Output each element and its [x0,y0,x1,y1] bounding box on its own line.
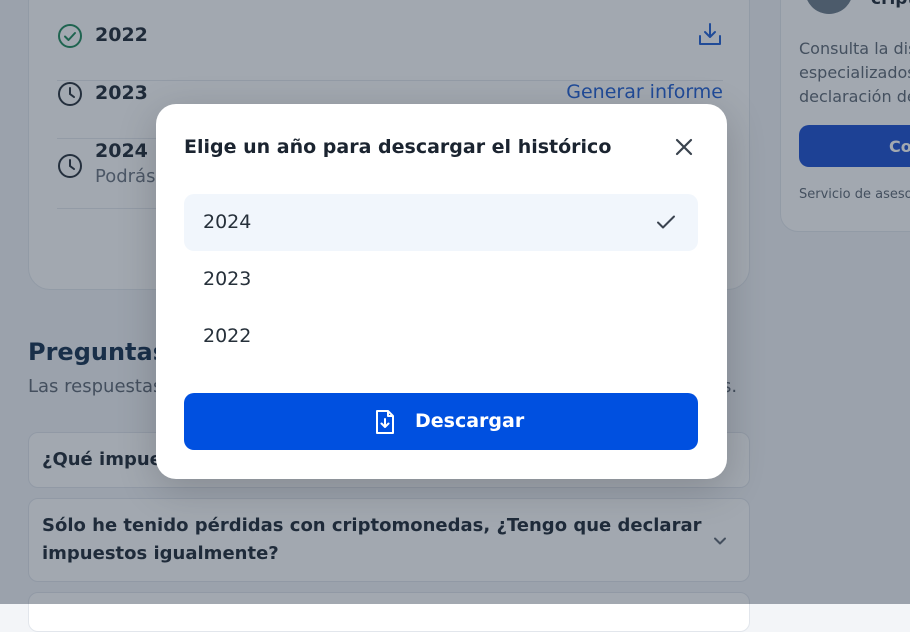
modal-title: Elige un año para descargar el histórico [184,136,612,158]
year-option-label: 2023 [203,268,252,290]
file-download-icon [376,410,394,434]
year-option-2023[interactable]: 2023 [184,251,698,308]
download-button-label: Descargar [415,410,525,432]
year-option-2022[interactable]: 2022 [184,308,698,365]
close-icon[interactable] [672,135,696,159]
year-select-modal: Elige un año para descargar el histórico… [156,104,727,479]
year-option-label: 2022 [203,325,252,347]
checkmark-icon [657,215,675,229]
year-option-2024[interactable]: 2024 [184,194,698,251]
year-option-label: 2024 [203,211,252,233]
download-button[interactable]: Descargar [184,393,698,450]
